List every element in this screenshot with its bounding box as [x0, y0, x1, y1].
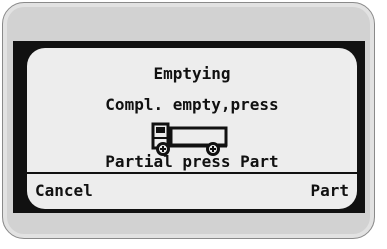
softkey-divider [27, 172, 357, 174]
screen-title: Emptying [153, 64, 231, 83]
part-softkey[interactable]: Part [310, 182, 349, 200]
device-bezel: Emptying Compl. empty,press Partial pres… [2, 2, 375, 239]
message-partial-empty: Partial press Part [105, 152, 279, 171]
message-complete-empty: Compl. empty,press [105, 95, 279, 114]
lcd-screen: Emptying Compl. empty,press Partial pres… [27, 48, 357, 209]
cancel-softkey[interactable]: Cancel [35, 182, 93, 200]
truck-icon [151, 122, 228, 156]
lcd-frame: Emptying Compl. empty,press Partial pres… [13, 41, 365, 213]
